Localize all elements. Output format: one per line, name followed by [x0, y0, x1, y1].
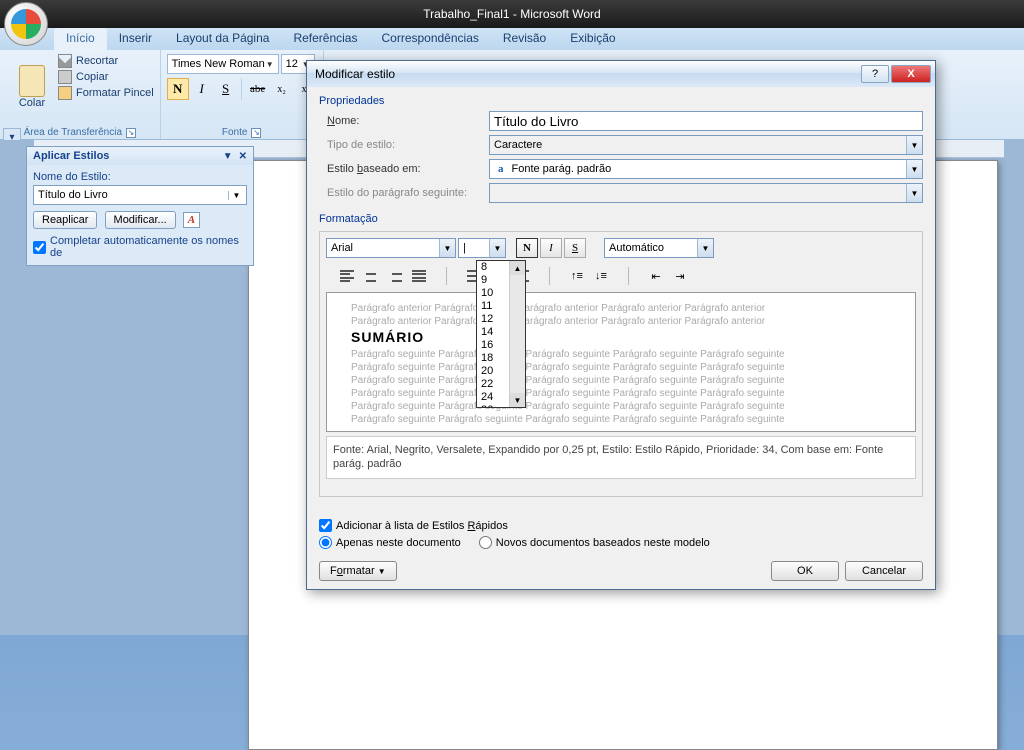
- modify-style-dialog: Modificar estilo ? X Propriedades Nome: …: [306, 60, 936, 590]
- tab-inserir[interactable]: Inserir: [107, 28, 164, 50]
- type-combo: Caractere▼: [489, 135, 923, 155]
- new-docs-radio[interactable]: [479, 536, 492, 549]
- dlg-font-color-combo[interactable]: Automático▼: [604, 238, 714, 258]
- autocomplete-checkbox[interactable]: [33, 241, 46, 254]
- clipboard-group-label: Área de Transferência↘: [0, 127, 160, 138]
- apply-styles-title: Aplicar Estilos: [33, 150, 109, 162]
- tab-inicio[interactable]: Início: [54, 28, 107, 50]
- scroll-down-button[interactable]: ▼: [510, 393, 525, 407]
- dialog-title: Modificar estilo: [315, 67, 861, 81]
- strike-button[interactable]: abe: [247, 78, 269, 100]
- decrease-space-before-button[interactable]: ↓≡: [590, 266, 612, 286]
- ok-button[interactable]: OK: [771, 561, 839, 581]
- dialog-help-button[interactable]: ?: [861, 65, 889, 83]
- reapply-button[interactable]: Reaplicar: [33, 211, 97, 229]
- align-left-button[interactable]: [336, 266, 358, 286]
- clipboard-expand-icon[interactable]: ↘: [126, 128, 136, 138]
- window-titlebar: Trabalho_Final1 - Microsoft Word: [0, 0, 1024, 28]
- dlg-underline-button[interactable]: S: [564, 238, 586, 258]
- dialog-close-button[interactable]: X: [891, 65, 931, 83]
- autocomplete-label: Completar automaticamente os nomes de: [50, 235, 247, 259]
- bold-button[interactable]: N: [167, 78, 189, 100]
- pane-close-button[interactable]: ✕: [239, 151, 247, 162]
- add-quick-styles-label: Adicionar à lista de Estilos Rápidos: [336, 520, 508, 532]
- next-style-label: Estilo do parágrafo seguinte:: [319, 187, 489, 199]
- style-name-combo[interactable]: Título do Livro ▼: [33, 185, 247, 205]
- tab-revisao[interactable]: Revisão: [491, 28, 558, 50]
- style-preview: Parágrafo anterior Parágrafo anterior Pa…: [326, 292, 916, 432]
- based-on-combo[interactable]: aFonte parág. padrão▼: [489, 159, 923, 179]
- scroll-up-button[interactable]: ▲: [510, 261, 525, 275]
- scissors-icon: [58, 54, 72, 68]
- subscript-button[interactable]: x₂: [271, 78, 293, 100]
- brush-icon: [58, 86, 72, 100]
- styles-pane-button[interactable]: A: [183, 212, 200, 228]
- name-label: Nome:: [319, 115, 489, 127]
- dlg-font-family-combo[interactable]: Arial▼: [326, 238, 456, 258]
- dialog-titlebar[interactable]: Modificar estilo ? X: [307, 61, 935, 87]
- align-right-button[interactable]: [384, 266, 406, 286]
- properties-heading: Propriedades: [319, 95, 923, 107]
- cut-button[interactable]: Recortar: [58, 54, 154, 68]
- modify-button[interactable]: Modificar...: [105, 211, 176, 229]
- tab-layout[interactable]: Layout da Página: [164, 28, 281, 50]
- clipboard-icon: [19, 65, 45, 97]
- name-input[interactable]: [489, 111, 923, 131]
- window-title: Trabalho_Final1 - Microsoft Word: [423, 7, 600, 21]
- tab-correspondencias[interactable]: Correspondências: [369, 28, 490, 50]
- based-on-label: Estilo baseado em:: [319, 163, 489, 175]
- ribbon-tabs: Início Inserir Layout da Página Referênc…: [0, 28, 1024, 50]
- formatting-heading: Formatação: [319, 213, 923, 225]
- style-name-label: Nome do Estilo:: [33, 171, 247, 183]
- increase-space-before-button[interactable]: ↑≡: [566, 266, 588, 286]
- font-expand-icon[interactable]: ↘: [251, 128, 261, 138]
- font-family-combo[interactable]: Times New Roman▼: [167, 54, 279, 74]
- apply-styles-pane: Aplicar Estilos ▼ ✕ Nome do Estilo: Títu…: [26, 146, 254, 266]
- cancel-button[interactable]: Cancelar: [845, 561, 923, 581]
- paste-button[interactable]: Colar: [10, 54, 54, 120]
- align-center-button[interactable]: [360, 266, 382, 286]
- format-dropdown-button[interactable]: Formatar ▼: [319, 561, 397, 581]
- format-painter-button[interactable]: Formatar Pincel: [58, 86, 154, 100]
- type-label: Tipo de estilo:: [319, 139, 489, 151]
- increase-indent-button[interactable]: ⇥: [669, 266, 691, 286]
- pane-menu-button[interactable]: ▼: [223, 151, 233, 162]
- only-this-doc-label: Apenas neste documento: [336, 537, 461, 549]
- italic-button[interactable]: I: [191, 78, 213, 100]
- tab-exibicao[interactable]: Exibição: [558, 28, 627, 50]
- dlg-font-size-combo[interactable]: |▼: [458, 238, 506, 258]
- dlg-italic-button[interactable]: I: [540, 238, 562, 258]
- decrease-indent-button[interactable]: ⇤: [645, 266, 667, 286]
- only-this-doc-radio[interactable]: [319, 536, 332, 549]
- new-docs-label: Novos documentos baseados neste modelo: [496, 537, 710, 549]
- copy-button[interactable]: Copiar: [58, 70, 154, 84]
- underline-button[interactable]: S: [215, 78, 237, 100]
- next-style-combo: ▼: [489, 183, 923, 203]
- copy-icon: [58, 70, 72, 84]
- style-description: Fonte: Arial, Negrito, Versalete, Expand…: [326, 436, 916, 479]
- font-group-label: Fonte↘: [161, 127, 323, 138]
- office-button[interactable]: [4, 2, 48, 46]
- tab-referencias[interactable]: Referências: [281, 28, 369, 50]
- add-quick-styles-checkbox[interactable]: [319, 519, 332, 532]
- dlg-bold-button[interactable]: N: [516, 238, 538, 258]
- font-size-dropdown[interactable]: 8910111214161820222426 ▲ ▼: [476, 260, 526, 408]
- align-justify-button[interactable]: [408, 266, 430, 286]
